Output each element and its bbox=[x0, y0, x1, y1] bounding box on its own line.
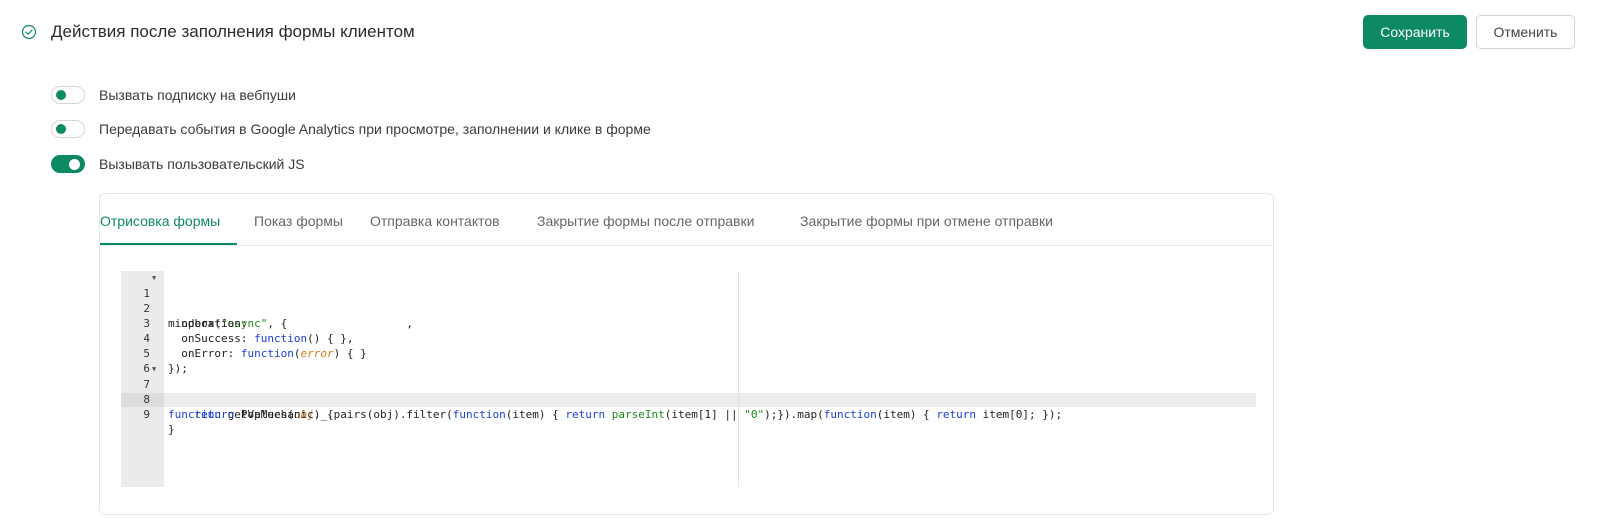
code-line: 2 operation: , bbox=[121, 286, 1256, 330]
code-text: } bbox=[168, 423, 175, 436]
code-text: return PopMechanic._.pairs(obj).filter(f… bbox=[194, 408, 1063, 421]
code-line: 8 return PopMechanic._.pairs(obj).filter… bbox=[121, 377, 1256, 421]
tab-bar: Отрисовка формы Показ формы Отправка кон… bbox=[100, 194, 1273, 246]
google-analytics-toggle[interactable] bbox=[51, 120, 85, 138]
save-button[interactable]: Сохранить bbox=[1363, 15, 1467, 49]
active-tab-indicator bbox=[100, 243, 237, 245]
toggle-label: Вызвать подписку на вебпуши bbox=[99, 87, 296, 103]
toggle-knob bbox=[56, 90, 66, 100]
tab-close-on-cancel[interactable]: Закрытие формы при отмене отправки bbox=[800, 213, 1053, 229]
fold-arrow-icon[interactable]: ▼ bbox=[152, 362, 156, 377]
line-number: 9 bbox=[143, 408, 150, 421]
toggle-label: Вызывать пользовательский JS bbox=[99, 156, 305, 172]
toggle-knob bbox=[56, 124, 66, 134]
code-editor[interactable]: 1 ▼ mindbox("async", { 2 operation: , 3 … bbox=[121, 271, 1256, 487]
custom-js-panel: Отрисовка формы Показ формы Отправка кон… bbox=[99, 193, 1274, 515]
toggle-row-webpush: Вызвать подписку на вебпуши bbox=[51, 84, 296, 106]
code-line: 4 onError: function(error) { } bbox=[121, 316, 1256, 360]
toggle-knob bbox=[69, 159, 80, 170]
fold-arrow-icon[interactable]: ▼ bbox=[152, 271, 156, 286]
toggle-row-google-analytics: Передавать события в Google Analytics пр… bbox=[51, 118, 651, 140]
code-line: 5 }); bbox=[121, 331, 1256, 375]
check-circle-icon bbox=[21, 24, 37, 40]
code-line: 1 ▼ mindbox("async", { bbox=[121, 271, 1256, 330]
webpush-toggle[interactable] bbox=[51, 86, 85, 104]
code-line: 9 } bbox=[121, 392, 1256, 436]
tab-form-render[interactable]: Отрисовка формы bbox=[100, 213, 220, 229]
toggle-row-custom-js: Вызывать пользовательский JS bbox=[51, 153, 305, 175]
code-line: 6 bbox=[121, 346, 1256, 375]
code-line: 3 onSuccess: function() { }, bbox=[121, 301, 1256, 345]
header: Действия после заполнения формы клиентом… bbox=[0, 0, 1598, 64]
tab-form-show[interactable]: Показ формы bbox=[254, 213, 343, 229]
custom-js-toggle[interactable] bbox=[51, 155, 85, 173]
cancel-button[interactable]: Отменить bbox=[1476, 15, 1575, 49]
tab-close-after-submit[interactable]: Закрытие формы после отправки bbox=[537, 213, 754, 229]
code-line: 7 ▼ function getValues(obj) { bbox=[121, 362, 1256, 421]
toggle-label: Передавать события в Google Analytics пр… bbox=[99, 121, 651, 137]
tab-contacts-submit[interactable]: Отправка контактов bbox=[370, 213, 500, 229]
page-title: Действия после заполнения формы клиентом bbox=[51, 22, 415, 41]
